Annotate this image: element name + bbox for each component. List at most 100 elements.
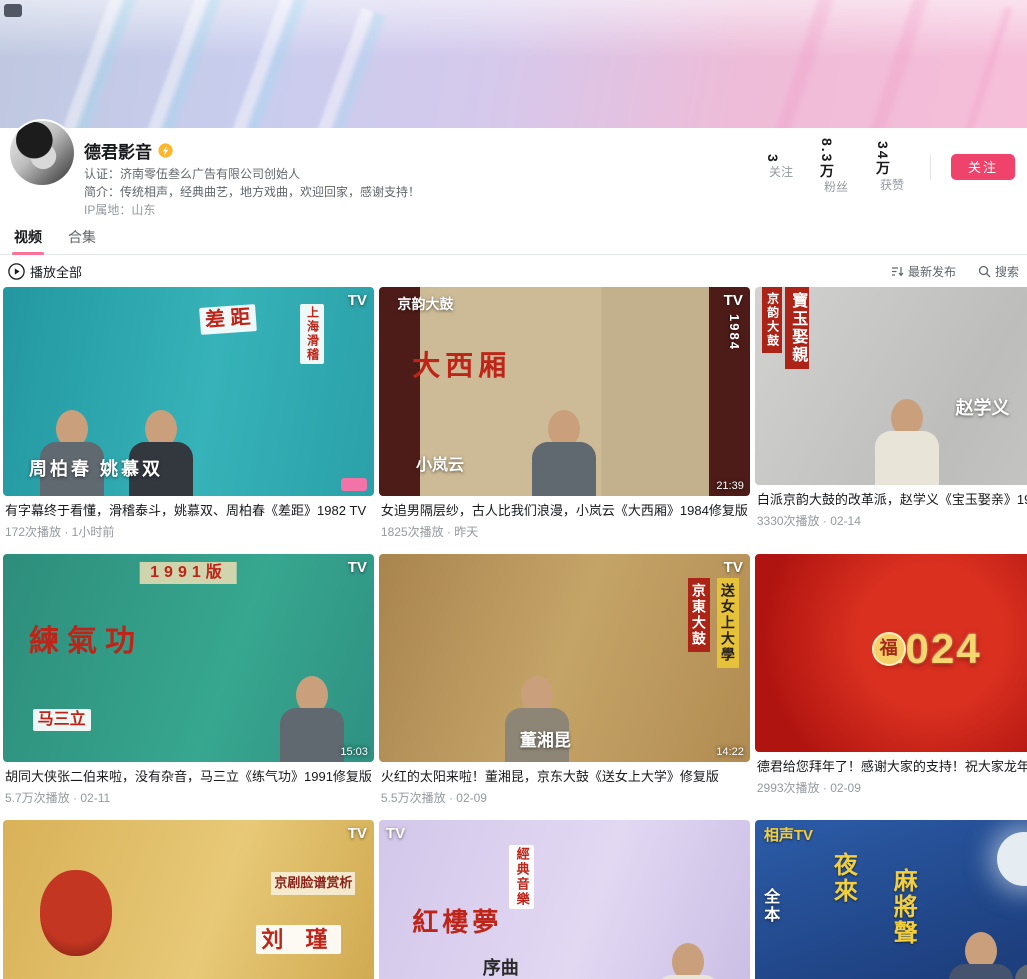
search-button[interactable]: 搜索 [978,263,1019,280]
video-thumbnail[interactable]: TV 差 距 上海滑稽周柏春 姚慕双 [3,287,374,496]
video-meta: 1825次播放 · 昨天 [381,523,748,540]
video-title[interactable]: 有字幕终于看懂，滑稽泰斗，姚慕双、周柏春《差距》1982 TV [5,502,372,519]
video-title[interactable]: 女追男隔层纱，古人比我们浪漫，小岚云《大西厢》1984修复版 [381,502,748,519]
thumb-art-text: 刘 瑾 [256,925,340,954]
video-card[interactable]: TV 差 距 上海滑稽周柏春 姚慕双 有字幕终于看懂，滑稽泰斗，姚慕双、周柏春《差距… [3,287,374,540]
tv-badge: TV [386,825,405,842]
tab-videos[interactable]: 视频 [12,223,44,254]
thumb-art-text: 1984 [726,314,741,351]
thumb-art-text: 1991版 [140,562,237,584]
video-card[interactable]: 京韵大鼓大西厢小岚云 TV 1984 21:39 女追男隔层纱，古人比我们浪漫，小岚云… [379,287,750,540]
thumb-art-text: 寶玉娶親 [785,287,809,369]
opera-face-graphic [40,870,112,956]
tv-badge: TV [348,825,367,842]
thumb-art-text: 麻將聲 [889,868,917,946]
video-duration: 21:39 [716,480,744,492]
video-duration: 15:03 [340,746,368,758]
video-meta: 172次播放 · 1小时前 [5,523,372,540]
channel-name: 德君影音 [84,138,152,163]
video-thumbnail[interactable]: 相声TV全本夜來麻將聲马志明 于世猷15:42 [755,820,1027,979]
follow-button[interactable]: 关注 [951,154,1015,180]
sort-button[interactable]: 最新发布 [891,263,956,280]
verified-badge-icon [158,143,173,158]
channel-tabs: 视频 合集 [0,223,1027,255]
video-toolbar: 播放全部 最新发布 搜索 [8,262,1019,281]
pink-tag [341,478,367,491]
moon-graphic [997,832,1027,886]
video-card[interactable]: TV經典音樂紅樓夢序曲02:49 林妹妹下凡啦，经典再现，87版红楼梦《序曲》T… [379,820,750,979]
tab-collections[interactable]: 合集 [66,223,98,254]
person-figure [1015,932,1027,979]
person-figure [40,410,104,496]
banner-logo [4,4,22,17]
person-figure [129,410,193,496]
video-meta: 5.5万次播放 · 02-09 [381,789,748,806]
thumb-art-text: 京剧脸谱赏析 [271,872,355,895]
thumb-art-text: 大西厢 [412,350,511,382]
thumb-art-text: 上海滑稽 [300,304,324,364]
thumb-art-text: 相声TV [764,827,813,844]
video-thumbnail[interactable]: TV經典音樂紅樓夢序曲02:49 [379,820,750,979]
thumb-art-text: 董湘昆 [520,731,571,751]
video-thumbnail[interactable]: 1991版練氣功马三立 TV 15:03 [3,554,374,763]
banner-pink-streaks [741,0,1012,128]
video-thumbnail[interactable]: TV京剧脸谱赏析刘 瑾02:08 [3,820,374,979]
thumb-art-text: 夜來 [829,852,857,904]
thumb-art-text: 小岚云 [416,457,464,475]
ip-location: IP属地：山东 [84,203,1027,217]
thumb-art-text: 全本 [760,888,778,924]
tv-badge: TV [724,559,743,576]
video-thumbnail[interactable]: 京韵大鼓大西厢小岚云 TV 1984 21:39 [379,287,750,496]
person-figure [875,399,939,485]
stats-divider [930,154,931,180]
video-title[interactable]: 火红的太阳来啦！董湘昆，京东大鼓《送女上大学》修复版 [381,768,748,785]
search-icon [978,265,991,278]
sort-icon [891,265,904,278]
channel-banner [0,0,1027,128]
thumb-art-text: 序曲 [483,958,519,979]
channel-header: 德君影音 认证：济南零伍叁么广告有限公司创始人 简介：传统相声，经典曲艺，地方戏… [0,0,1027,217]
stat-following[interactable]: 3 关注 [764,154,798,180]
thumb-art-text: 送女上大學 [717,578,739,668]
video-card[interactable]: 1991版練氣功马三立 TV 15:03 胡同大侠张二伯来啦，没有杂音，马三立《练气… [3,554,374,807]
video-thumbnail[interactable]: TV 京東大鼓送女上大學董湘昆 14:22 [379,554,750,763]
fu-medallion: 福 [872,632,906,666]
video-grid: TV 差 距 上海滑稽周柏春 姚慕双 有字幕终于看懂，滑稽泰斗，姚慕双、周柏春《差距… [0,287,1027,979]
video-meta: 3330次播放 · 02-14 [757,512,1027,529]
play-all-button[interactable]: 播放全部 [8,262,82,281]
banner-light-streaks [28,0,392,128]
thumb-art-text: 周柏春 姚慕双 [29,459,163,480]
stat-followers[interactable]: 8.3万 粉丝 [818,138,854,195]
thumb-art-text: 京韵大鼓 [397,296,453,312]
thumb-art-text: 經典音樂 [509,845,534,909]
video-duration: 14:22 [716,746,744,758]
video-meta: 2993次播放 · 02-09 [757,779,1027,796]
avatar[interactable] [10,121,74,185]
video-title[interactable]: 德君给您拜年了！感谢大家的支持！祝大家龙年吉祥！ [757,758,1027,775]
tv-badge: TV [348,559,367,576]
tv-badge: TV [348,292,367,309]
thumb-art-text: 差 距 [199,304,256,335]
tv-badge: TV [724,292,743,309]
play-circle-icon [8,263,25,280]
video-card[interactable]: 2024福00:31 德君给您拜年了！感谢大家的支持！祝大家龙年吉祥！ 2993… [755,554,1027,807]
video-card[interactable]: 寶玉娶親京韵大鼓赵学义16:45 白派京韵大鼓的改革派，赵学义《宝玉娶亲》198… [755,287,1027,540]
video-meta: 5.7万次播放 · 02-11 [5,789,372,806]
video-title[interactable]: 胡同大侠张二伯来啦，没有杂音，马三立《练气功》1991修复版 [5,768,372,785]
thumb-art-text: 京韵大鼓 [762,287,782,353]
person-figure [949,932,1013,979]
stat-likes[interactable]: 34万 获赞 [874,141,910,193]
thumb-art-text: 練氣功 [29,625,143,660]
video-card[interactable]: TV京剧脸谱赏析刘 瑾02:08 国粹的魅力，京剧脸谱赏析，刘瑾 2510次播放… [3,820,374,979]
video-card[interactable]: 相声TV全本夜來麻將聲马志明 于世猷15:42 麻科长的恶果，马志明、于世猷《夜… [755,820,1027,979]
thumb-art-text: 京東大鼓 [688,578,710,652]
thumb-art-text: 赵学义 [956,398,1010,419]
video-card[interactable]: TV 京東大鼓送女上大學董湘昆 14:22 火红的太阳来啦！董湘昆，京东大鼓《送女上… [379,554,750,807]
video-thumbnail[interactable]: 寶玉娶親京韵大鼓赵学义16:45 [755,287,1027,485]
person-figure [532,410,596,496]
thumb-art-text: 马三立 [33,709,91,731]
video-thumbnail[interactable]: 2024福00:31 [755,554,1027,752]
channel-stats: 3 关注 8.3万 粉丝 34万 获赞 关注 [764,138,1015,195]
person-figure [280,676,344,762]
video-title[interactable]: 白派京韵大鼓的改革派，赵学义《宝玉娶亲》1988 TV修复版 [757,491,1027,508]
